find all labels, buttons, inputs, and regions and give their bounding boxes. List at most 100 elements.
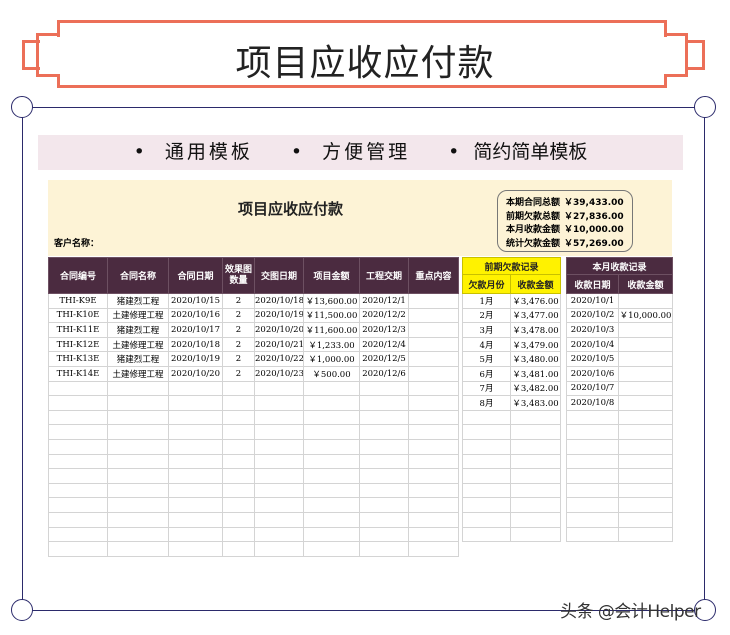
table-cell[interactable] [359, 409, 409, 426]
table-cell[interactable]: 2020/10/22 [254, 351, 304, 367]
table-cell[interactable] [168, 511, 223, 528]
table-cell[interactable]: 5月 [462, 351, 511, 367]
table-cell[interactable] [303, 409, 360, 426]
table-cell[interactable] [408, 541, 459, 557]
column-header[interactable]: 合同编号 [48, 257, 108, 294]
table-cell[interactable] [254, 424, 304, 440]
table-cell[interactable] [254, 438, 304, 455]
table-cell[interactable] [254, 497, 304, 513]
table-cell[interactable] [359, 468, 409, 484]
table-cell[interactable] [617, 380, 674, 397]
table-cell[interactable] [566, 526, 619, 543]
table-cell[interactable] [408, 380, 459, 397]
table-cell[interactable] [222, 453, 255, 470]
table-cell[interactable] [168, 526, 223, 543]
table-cell[interactable]: ￥11,600.00 [303, 322, 360, 338]
table-cell[interactable]: ￥1,000.00 [303, 351, 360, 367]
table-cell[interactable] [509, 438, 562, 455]
table-cell[interactable]: ￥3,483.00 [509, 395, 562, 411]
table-cell[interactable] [408, 482, 459, 499]
table-cell[interactable] [359, 482, 409, 499]
table-cell[interactable] [617, 511, 674, 528]
table-cell[interactable]: 猪建烈工程 [107, 322, 169, 338]
column-header[interactable]: 交图日期 [254, 257, 304, 294]
table-cell[interactable] [254, 380, 304, 397]
table-cell[interactable] [408, 468, 459, 484]
table-cell[interactable] [303, 526, 360, 543]
table-cell[interactable] [566, 482, 619, 499]
table-cell[interactable] [168, 497, 223, 513]
column-header[interactable]: 收款金额 [509, 274, 562, 294]
table-cell[interactable] [617, 409, 674, 426]
table-cell[interactable]: ￥3,477.00 [509, 307, 562, 324]
table-cell[interactable]: THI-K9E [48, 293, 108, 309]
table-cell[interactable] [359, 424, 409, 440]
table-cell[interactable] [359, 453, 409, 470]
table-cell[interactable] [617, 482, 674, 499]
table-cell[interactable] [359, 380, 409, 397]
table-cell[interactable]: 2020/10/5 [566, 351, 619, 367]
table-cell[interactable] [566, 424, 619, 440]
table-cell[interactable] [303, 453, 360, 470]
table-cell[interactable]: ￥500.00 [303, 365, 360, 382]
table-cell[interactable] [168, 468, 223, 484]
table-cell[interactable] [462, 409, 511, 426]
table-cell[interactable] [48, 497, 108, 513]
table-cell[interactable] [222, 526, 255, 543]
table-cell[interactable]: ￥11,500.00 [303, 307, 360, 324]
table-cell[interactable] [566, 511, 619, 528]
table-cell[interactable] [408, 395, 459, 411]
table-cell[interactable]: 2020/10/20 [168, 365, 223, 382]
table-cell[interactable]: 4月 [462, 336, 511, 353]
table-cell[interactable] [303, 438, 360, 455]
table-cell[interactable]: 2020/10/20 [254, 322, 304, 338]
table-cell[interactable]: ￥3,481.00 [509, 365, 562, 382]
table-cell[interactable] [509, 511, 562, 528]
column-header[interactable]: 项目金额 [303, 257, 360, 294]
table-cell[interactable]: 2020/10/19 [254, 307, 304, 324]
table-cell[interactable] [303, 511, 360, 528]
table-cell[interactable]: 2 [222, 351, 255, 367]
table-cell[interactable] [48, 468, 108, 484]
column-header[interactable]: 合同名称 [107, 257, 169, 294]
table-cell[interactable] [359, 526, 409, 543]
table-cell[interactable] [107, 395, 169, 411]
table-cell[interactable] [408, 336, 459, 353]
table-cell[interactable] [408, 351, 459, 367]
table-cell[interactable]: 2020/10/19 [168, 351, 223, 367]
table-cell[interactable]: 2 [222, 365, 255, 382]
table-cell[interactable] [48, 409, 108, 426]
table-cell[interactable] [168, 424, 223, 440]
table-cell[interactable] [509, 468, 562, 484]
table-cell[interactable]: ￥3,480.00 [509, 351, 562, 367]
table-cell[interactable]: 3月 [462, 322, 511, 338]
table-cell[interactable] [222, 497, 255, 513]
table-cell[interactable] [566, 438, 619, 455]
table-cell[interactable] [566, 468, 619, 484]
column-header[interactable]: 欠款月份 [462, 274, 511, 294]
table-cell[interactable]: ￥3,478.00 [509, 322, 562, 338]
table-cell[interactable]: ￥1,233.00 [303, 336, 360, 353]
table-cell[interactable] [107, 497, 169, 513]
table-cell[interactable] [617, 424, 674, 440]
table-cell[interactable] [48, 438, 108, 455]
table-cell[interactable]: ￥3,476.00 [509, 293, 562, 309]
table-cell[interactable]: 2020/10/1 [566, 293, 619, 309]
table-cell[interactable]: 2020/10/3 [566, 322, 619, 338]
table-cell[interactable]: 2020/10/7 [566, 380, 619, 397]
table-cell[interactable]: 2020/12/4 [359, 336, 409, 353]
table-cell[interactable] [462, 424, 511, 440]
column-header[interactable]: 重点内容 [408, 257, 459, 294]
table-cell[interactable] [48, 526, 108, 543]
table-cell[interactable] [408, 424, 459, 440]
column-header[interactable]: 合同日期 [168, 257, 223, 294]
column-header[interactable]: 效果图数量 [222, 257, 255, 294]
table-cell[interactable] [48, 511, 108, 528]
table-cell[interactable]: 土建修理工程 [107, 336, 169, 353]
table-cell[interactable] [254, 511, 304, 528]
table-cell[interactable]: 2020/10/4 [566, 336, 619, 353]
table-cell[interactable]: 7月 [462, 380, 511, 397]
table-cell[interactable] [617, 395, 674, 411]
table-cell[interactable] [509, 526, 562, 543]
table-cell[interactable]: 2 [222, 293, 255, 309]
